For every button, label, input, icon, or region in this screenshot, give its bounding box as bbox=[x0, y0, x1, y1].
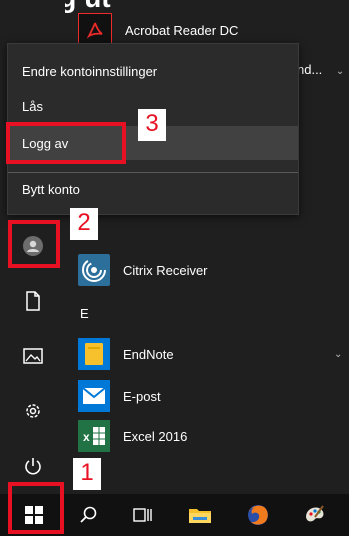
menu-item-switch-account[interactable]: Bytt konto bbox=[8, 172, 298, 206]
annotation-number-2: 2 bbox=[70, 208, 98, 240]
paint-button[interactable] bbox=[293, 494, 337, 536]
firefox-button[interactable] bbox=[236, 494, 280, 536]
menu-item-change-account-settings[interactable]: Endre kontoinnstillinger bbox=[8, 54, 298, 88]
adobe-acrobat-icon bbox=[78, 13, 112, 47]
document-icon bbox=[26, 291, 40, 311]
app-label: E-post bbox=[123, 388, 161, 404]
menu-item-label: Bytt konto bbox=[22, 181, 80, 197]
app-label: Excel 2016 bbox=[123, 428, 188, 444]
chevron-down-icon[interactable]: ⌄ bbox=[334, 349, 342, 360]
task-view-icon bbox=[133, 508, 152, 522]
app-excel-2016[interactable]: x Excel 2016 bbox=[78, 416, 187, 456]
paint-icon bbox=[306, 505, 324, 522]
firefox-icon bbox=[248, 505, 268, 525]
documents-button[interactable] bbox=[17, 285, 49, 317]
pictures-icon bbox=[23, 348, 43, 364]
excel-icon: x bbox=[78, 420, 110, 452]
app-group-truncated[interactable]: nd... ⌄ bbox=[297, 62, 344, 77]
app-label: EndNote bbox=[123, 346, 174, 362]
menu-item-label: Endre kontoinnstillinger bbox=[22, 63, 158, 79]
task-view-button[interactable] bbox=[120, 494, 164, 536]
annotation-box-step2 bbox=[8, 220, 60, 268]
mail-icon bbox=[78, 380, 110, 412]
app-endnote[interactable]: EndNote ⌄ bbox=[78, 334, 342, 374]
annotation-box-step1 bbox=[8, 482, 64, 534]
annotation-box-step3 bbox=[6, 122, 126, 164]
file-explorer-icon bbox=[189, 509, 211, 523]
power-icon bbox=[25, 458, 41, 475]
app-e-post[interactable]: E-post bbox=[78, 376, 161, 416]
folder-icon bbox=[78, 338, 110, 370]
power-button[interactable] bbox=[17, 450, 49, 482]
annotation-number-3: 3 bbox=[138, 109, 166, 141]
file-explorer-button[interactable] bbox=[178, 494, 222, 536]
citrix-icon bbox=[78, 254, 110, 286]
gear-icon bbox=[26, 404, 40, 418]
app-citrix-receiver[interactable]: Citrix Receiver bbox=[78, 250, 208, 290]
svg-text:x: x bbox=[83, 430, 90, 444]
settings-button[interactable] bbox=[17, 395, 49, 427]
chevron-down-icon: ⌄ bbox=[335, 66, 345, 77]
app-label: Acrobat Reader DC bbox=[125, 22, 239, 38]
taskbar-search-button[interactable] bbox=[66, 494, 110, 536]
menu-item-label: Lås bbox=[22, 98, 43, 114]
app-label: nd... bbox=[297, 62, 323, 77]
section-letter[interactable]: E bbox=[80, 306, 89, 321]
search-icon bbox=[80, 506, 97, 523]
annotation-number-1: 1 bbox=[73, 458, 101, 490]
app-label: Citrix Receiver bbox=[123, 262, 208, 278]
pictures-button[interactable] bbox=[17, 340, 49, 372]
